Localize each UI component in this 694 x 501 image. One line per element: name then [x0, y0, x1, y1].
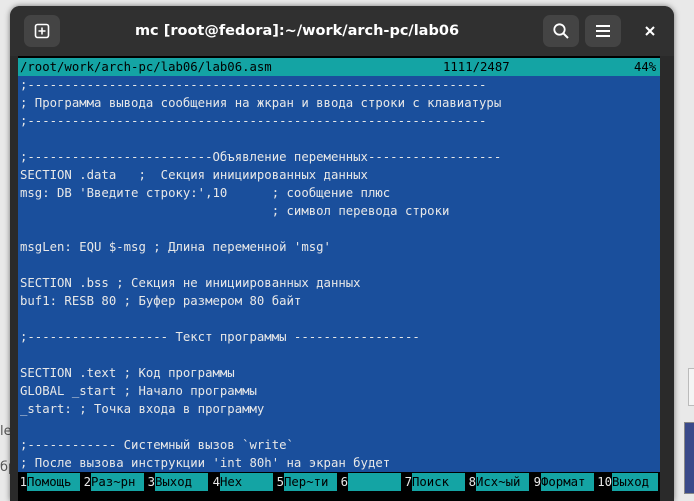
fkey-label: Пер~ти — [284, 473, 337, 491]
fkey-number: 10 — [596, 472, 612, 492]
fkey-label: Поиск — [412, 473, 465, 491]
fkey-number: 3 — [146, 472, 155, 492]
code-line: ; символ перевода строки — [20, 204, 450, 218]
fkey-label: Выход — [612, 473, 658, 491]
code-line: ; После вызова инструкции 'int 80h' на э… — [20, 456, 391, 470]
fkey-label: Формат — [541, 473, 594, 491]
code-line: _start: ; Точка входа в программу — [20, 402, 265, 416]
mc-editor: /root/work/arch-pc/lab06/lab06.asm 1111/… — [18, 58, 660, 501]
fkey-label: Раз~рн — [91, 473, 144, 491]
file-path: /root/work/arch-pc/lab06/lab06.asm — [20, 60, 272, 74]
code-line: ;---------------------------------------… — [20, 114, 487, 128]
fkey-number: 2 — [82, 472, 91, 492]
close-button[interactable] — [632, 15, 668, 47]
fkey-number: 8 — [467, 472, 476, 492]
close-icon — [645, 26, 655, 36]
fkey-label — [348, 473, 401, 491]
terminal-area[interactable]: /root/work/arch-pc/lab06/lab06.asm 1111/… — [18, 56, 660, 501]
editor-status-bar: /root/work/arch-pc/lab06/lab06.asm 1111/… — [18, 58, 660, 76]
fkey-number: 1 — [18, 472, 27, 492]
search-button[interactable] — [543, 15, 579, 47]
code-line: SECTION .data ; Секция инициированных да… — [20, 168, 368, 182]
window-title: mc [root@fedora]:~/work/arch-pc/lab06 — [134, 23, 460, 39]
search-icon — [553, 23, 569, 39]
code-line: GLOBAL _start ; Начало программы — [20, 384, 257, 398]
background-window-fragment-right — [676, 360, 694, 501]
fkey-9[interactable]: 9 Формат — [532, 472, 596, 492]
fkey-6[interactable]: 6 — [339, 472, 403, 492]
fkey-label: Нех — [220, 473, 273, 491]
fkey-label: Исх~ый — [476, 473, 529, 491]
new-tab-icon — [34, 23, 50, 39]
code-line: msgLen: EQU $-msg ; Длина переменной 'ms… — [20, 240, 331, 254]
fkey-number: 9 — [532, 472, 541, 492]
code-line: ;-------------------------Объявление пер… — [20, 150, 502, 164]
fkey-number: 7 — [403, 472, 412, 492]
fkey-number: 5 — [275, 472, 284, 492]
editor-text-area[interactable]: ;---------------------------------------… — [18, 76, 660, 472]
fkey-1[interactable]: 1 Помощь — [18, 472, 82, 492]
code-line: buf1: RESB 80 ; Буфер размером 80 байт — [20, 294, 302, 308]
code-line: ;---------------------------------------… — [20, 78, 487, 92]
terminal-window: mc [root@fedora]:~/work/arch-pc/lab06 /r… — [10, 6, 674, 501]
fkey-3[interactable]: 3 Выход — [146, 472, 210, 492]
code-line: SECTION .bss ; Секция не инициированных … — [20, 276, 361, 290]
fkey-number: 4 — [211, 472, 220, 492]
menu-button[interactable] — [585, 15, 621, 47]
fkey-number: 6 — [339, 472, 348, 492]
scroll-percent: 44% — [634, 60, 657, 74]
hamburger-menu-icon — [596, 25, 610, 37]
fkey-8[interactable]: 8 Исх~ый — [467, 472, 531, 492]
title-bar: mc [root@fedora]:~/work/arch-pc/lab06 — [10, 6, 674, 56]
cursor-position: 1111/2487 — [443, 60, 510, 74]
fkey-2[interactable]: 2 Раз~рн — [82, 472, 146, 492]
code-line: ; Программа вывода сообщения на жкран и … — [20, 96, 502, 110]
fkey-label: Помощь — [27, 473, 80, 491]
fkey-4[interactable]: 4 Нех — [211, 472, 275, 492]
function-key-bar: 1 Помощь 2 Раз~рн 3 Выход 4 Нех 5 Пер~ти 6 7 Поиск 8 И… — [18, 472, 660, 492]
code-line: ;------------------- Текст программы ---… — [20, 330, 420, 344]
code-line: SECTION .text ; Код программы — [20, 366, 235, 380]
new-tab-button[interactable] — [24, 15, 60, 47]
code-line: msg: DB 'Введите строку:',10 ; сообщение… — [20, 186, 391, 200]
fkey-label: Выход — [155, 473, 208, 491]
fkey-7[interactable]: 7 Поиск — [403, 472, 467, 492]
fkey-5[interactable]: 5 Пер~ти — [275, 472, 339, 492]
code-line: ;------------ Системный вызов `write` — [20, 438, 294, 452]
fkey-10[interactable]: 10 Выход — [596, 472, 660, 492]
